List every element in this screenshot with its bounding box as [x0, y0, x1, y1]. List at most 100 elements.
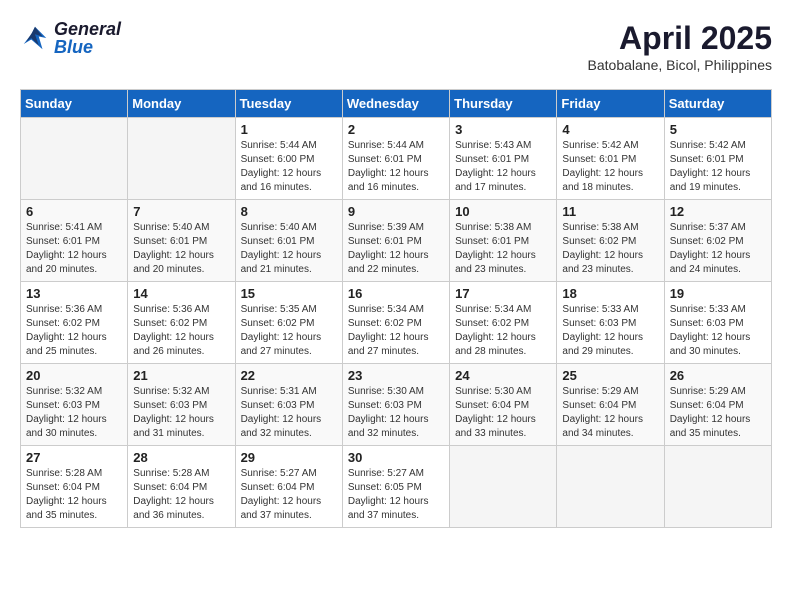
- calendar-cell: 10 Sunrise: 5:38 AM Sunset: 6:01 PM Dayli…: [450, 200, 557, 282]
- day-number: 27: [26, 450, 122, 465]
- logo-text: General Blue: [54, 20, 121, 56]
- calendar-cell: [128, 118, 235, 200]
- day-info: Sunrise: 5:33 AM Sunset: 6:03 PM Dayligh…: [670, 303, 766, 359]
- calendar-cell: 14Sunrise: 5:36 AM Sunset: 6:02 PM Dayli…: [128, 282, 235, 364]
- day-info: Sunrise: 5:32 AM Sunset: 6:03 PM Dayligh…: [26, 385, 122, 441]
- day-number: 19: [670, 286, 766, 301]
- calendar-cell: 23 Sunrise: 5:30 AM Sunset: 6:03 PM Dayli…: [342, 364, 449, 446]
- day-info: Sunrise: 5:34 AM Sunset: 6:02 PM Dayligh…: [348, 303, 444, 359]
- calendar-cell: 2 Sunrise: 5:44 AM Sunset: 6:01 PM Daylig…: [342, 118, 449, 200]
- calendar-cell: 20 Sunrise: 5:32 AM Sunset: 6:03 PM Dayli…: [21, 364, 128, 446]
- calendar-cell: 22Sunrise: 5:31 AM Sunset: 6:03 PM Dayli…: [235, 364, 342, 446]
- day-number: 21: [133, 368, 229, 383]
- day-number: 2: [348, 122, 444, 137]
- calendar-cell: [664, 446, 771, 528]
- day-number: 5: [670, 122, 766, 137]
- calendar-cell: 19 Sunrise: 5:33 AM Sunset: 6:03 PM Dayli…: [664, 282, 771, 364]
- day-info: Sunrise: 5:29 AM Sunset: 6:04 PM Dayligh…: [562, 385, 658, 441]
- calendar-cell: [557, 446, 664, 528]
- calendar-cell: 1 Sunrise: 5:44 AM Sunset: 6:00 PM Daylig…: [235, 118, 342, 200]
- day-number: 16: [348, 286, 444, 301]
- calendar-cell: 7 Sunrise: 5:40 AM Sunset: 6:01 PM Daylig…: [128, 200, 235, 282]
- day-info: Sunrise: 5:31 AM Sunset: 6:03 PM Dayligh…: [241, 385, 337, 441]
- day-number: 23: [348, 368, 444, 383]
- location: Batobalane, Bicol, Philippines: [588, 57, 772, 73]
- day-number: 30: [348, 450, 444, 465]
- day-number: 26: [670, 368, 766, 383]
- day-number: 24: [455, 368, 551, 383]
- day-info: Sunrise: 5:36 AM Sunset: 6:02 PM Dayligh…: [26, 303, 122, 359]
- calendar-table: SundayMondayTuesdayWednesdayThursdayFrid…: [20, 89, 772, 528]
- calendar-cell: 12 Sunrise: 5:37 AM Sunset: 6:02 PM Dayli…: [664, 200, 771, 282]
- day-number: 12: [670, 204, 766, 219]
- day-info: Sunrise: 5:33 AM Sunset: 6:03 PM Dayligh…: [562, 303, 658, 359]
- logo-blue: Blue: [54, 38, 121, 56]
- calendar-cell: [21, 118, 128, 200]
- calendar-cell: 15 Sunrise: 5:35 AM Sunset: 6:02 PM Dayli…: [235, 282, 342, 364]
- calendar-cell: 16 Sunrise: 5:34 AM Sunset: 6:02 PM Dayli…: [342, 282, 449, 364]
- day-number: 25: [562, 368, 658, 383]
- day-number: 18: [562, 286, 658, 301]
- calendar-cell: 18 Sunrise: 5:33 AM Sunset: 6:03 PM Dayli…: [557, 282, 664, 364]
- calendar-cell: 5 Sunrise: 5:42 AM Sunset: 6:01 PM Daylig…: [664, 118, 771, 200]
- day-info: Sunrise: 5:28 AM Sunset: 6:04 PM Dayligh…: [133, 467, 229, 523]
- calendar-cell: 27Sunrise: 5:28 AM Sunset: 6:04 PM Dayli…: [21, 446, 128, 528]
- day-header-saturday: Saturday: [664, 90, 771, 118]
- day-info: Sunrise: 5:38 AM Sunset: 6:02 PM Dayligh…: [562, 221, 658, 277]
- week-row-2: 6Sunrise: 5:41 AM Sunset: 6:01 PM Daylig…: [21, 200, 772, 282]
- calendar-body: 1 Sunrise: 5:44 AM Sunset: 6:00 PM Daylig…: [21, 118, 772, 528]
- calendar-cell: 26Sunrise: 5:29 AM Sunset: 6:04 PM Dayli…: [664, 364, 771, 446]
- calendar-cell: 6Sunrise: 5:41 AM Sunset: 6:01 PM Daylig…: [21, 200, 128, 282]
- day-header-thursday: Thursday: [450, 90, 557, 118]
- day-number: 15: [241, 286, 337, 301]
- calendar-cell: 3 Sunrise: 5:43 AM Sunset: 6:01 PM Daylig…: [450, 118, 557, 200]
- day-number: 7: [133, 204, 229, 219]
- day-number: 4: [562, 122, 658, 137]
- day-info: Sunrise: 5:35 AM Sunset: 6:02 PM Dayligh…: [241, 303, 337, 359]
- calendar-cell: 30Sunrise: 5:27 AM Sunset: 6:05 PM Dayli…: [342, 446, 449, 528]
- day-info: Sunrise: 5:36 AM Sunset: 6:02 PM Dayligh…: [133, 303, 229, 359]
- calendar-cell: 21 Sunrise: 5:32 AM Sunset: 6:03 PM Dayli…: [128, 364, 235, 446]
- day-info: Sunrise: 5:43 AM Sunset: 6:01 PM Dayligh…: [455, 139, 551, 195]
- calendar-cell: 28 Sunrise: 5:28 AM Sunset: 6:04 PM Dayli…: [128, 446, 235, 528]
- day-number: 10: [455, 204, 551, 219]
- day-info: Sunrise: 5:39 AM Sunset: 6:01 PM Dayligh…: [348, 221, 444, 277]
- calendar-cell: 4 Sunrise: 5:42 AM Sunset: 6:01 PM Daylig…: [557, 118, 664, 200]
- day-number: 17: [455, 286, 551, 301]
- day-info: Sunrise: 5:44 AM Sunset: 6:01 PM Dayligh…: [348, 139, 444, 195]
- day-info: Sunrise: 5:37 AM Sunset: 6:02 PM Dayligh…: [670, 221, 766, 277]
- day-info: Sunrise: 5:38 AM Sunset: 6:01 PM Dayligh…: [455, 221, 551, 277]
- day-info: Sunrise: 5:30 AM Sunset: 6:04 PM Dayligh…: [455, 385, 551, 441]
- day-number: 3: [455, 122, 551, 137]
- title-block: April 2025 Batobalane, Bicol, Philippine…: [588, 20, 772, 73]
- day-number: 1: [241, 122, 337, 137]
- day-header-friday: Friday: [557, 90, 664, 118]
- calendar-cell: 13Sunrise: 5:36 AM Sunset: 6:02 PM Dayli…: [21, 282, 128, 364]
- day-info: Sunrise: 5:41 AM Sunset: 6:01 PM Dayligh…: [26, 221, 122, 277]
- days-row: SundayMondayTuesdayWednesdayThursdayFrid…: [21, 90, 772, 118]
- day-info: Sunrise: 5:42 AM Sunset: 6:01 PM Dayligh…: [562, 139, 658, 195]
- day-header-tuesday: Tuesday: [235, 90, 342, 118]
- logo-icon: [20, 23, 50, 53]
- calendar-cell: [450, 446, 557, 528]
- calendar-cell: 9Sunrise: 5:39 AM Sunset: 6:01 PM Daylig…: [342, 200, 449, 282]
- day-info: Sunrise: 5:40 AM Sunset: 6:01 PM Dayligh…: [241, 221, 337, 277]
- calendar-cell: 8Sunrise: 5:40 AM Sunset: 6:01 PM Daylig…: [235, 200, 342, 282]
- day-info: Sunrise: 5:32 AM Sunset: 6:03 PM Dayligh…: [133, 385, 229, 441]
- calendar-cell: 24 Sunrise: 5:30 AM Sunset: 6:04 PM Dayli…: [450, 364, 557, 446]
- day-info: Sunrise: 5:42 AM Sunset: 6:01 PM Dayligh…: [670, 139, 766, 195]
- day-header-wednesday: Wednesday: [342, 90, 449, 118]
- calendar-cell: 11Sunrise: 5:38 AM Sunset: 6:02 PM Dayli…: [557, 200, 664, 282]
- day-number: 20: [26, 368, 122, 383]
- day-info: Sunrise: 5:30 AM Sunset: 6:03 PM Dayligh…: [348, 385, 444, 441]
- month-year: April 2025: [588, 20, 772, 57]
- page-header: General Blue April 2025 Batobalane, Bico…: [20, 20, 772, 73]
- day-number: 29: [241, 450, 337, 465]
- week-row-5: 27 Sunrise: 5:28 AM Sunset: 6:04 PM Dayli…: [21, 446, 772, 528]
- day-info: Sunrise: 5:44 AM Sunset: 6:00 PM Dayligh…: [241, 139, 337, 195]
- calendar-cell: 25 Sunrise: 5:29 AM Sunset: 6:04 PM Dayli…: [557, 364, 664, 446]
- week-row-1: 1 Sunrise: 5:44 AM Sunset: 6:00 PM Daylig…: [21, 118, 772, 200]
- day-number: 28: [133, 450, 229, 465]
- day-info: Sunrise: 5:40 AM Sunset: 6:01 PM Dayligh…: [133, 221, 229, 277]
- calendar-header: SundayMondayTuesdayWednesdayThursdayFrid…: [21, 90, 772, 118]
